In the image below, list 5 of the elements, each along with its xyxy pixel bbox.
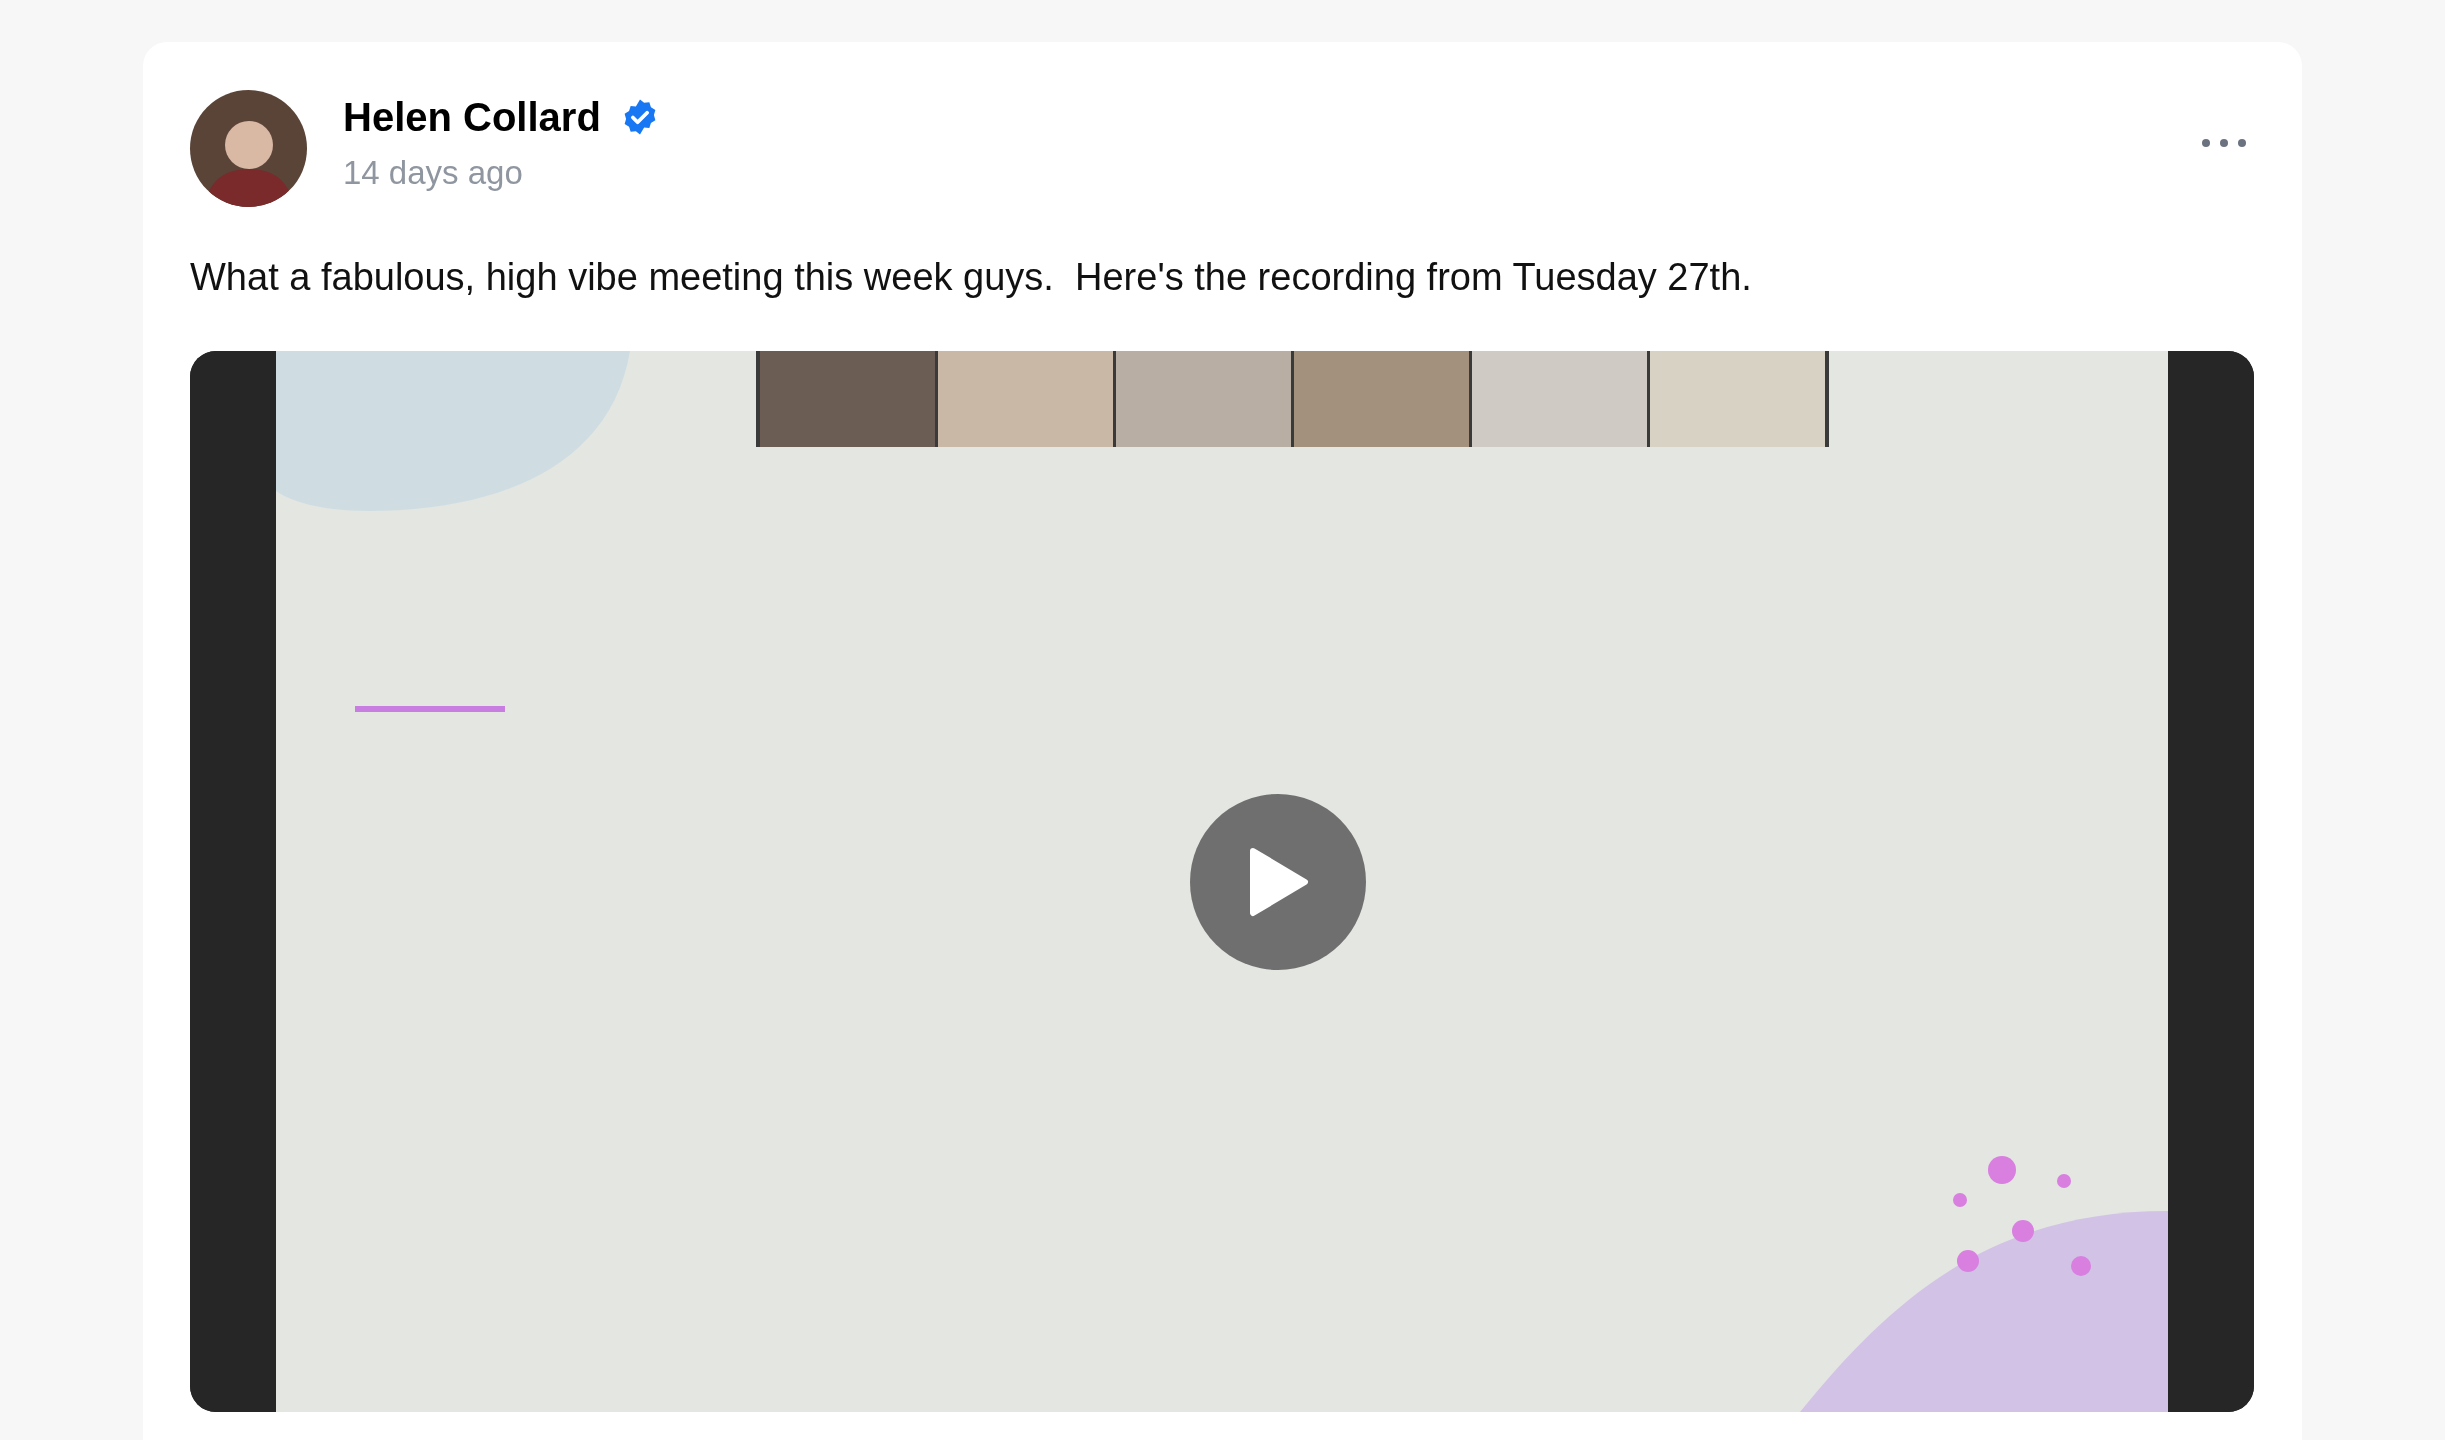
play-icon [1247,847,1309,918]
more-options-icon [2201,138,2247,148]
author-name[interactable]: Helen Collard [343,92,601,142]
post-time: 14 days ago [343,153,524,193]
post-text: What a fabulous, high vibe meeting this week guys. Here's the recording from Tuesday 27th. [190,255,1753,300]
